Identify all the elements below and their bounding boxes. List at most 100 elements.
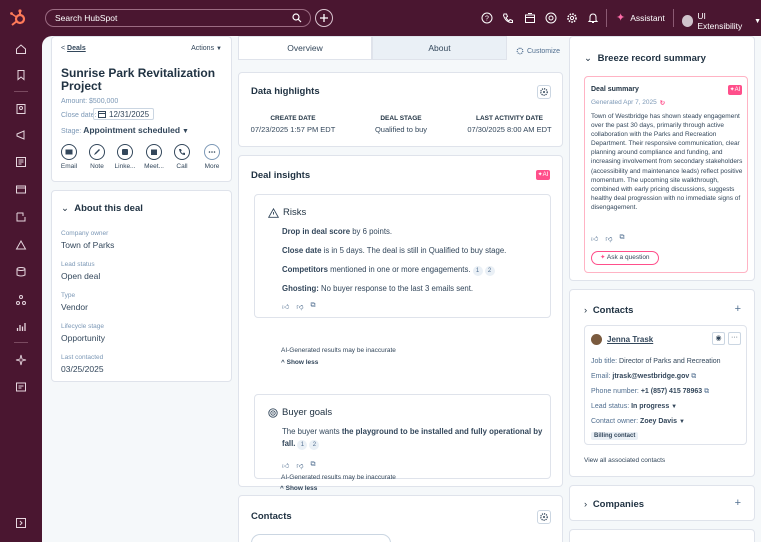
lifecycle-stage-value[interactable]: Opportunity xyxy=(61,333,105,343)
notifications-bell-icon[interactable] xyxy=(587,12,599,24)
phone-value[interactable]: +1 (857) 415 78963 xyxy=(641,388,702,395)
citation-pill[interactable]: 1 xyxy=(472,266,483,276)
customize-button[interactable]: Customize xyxy=(516,47,560,55)
search-input[interactable]: Search HubSpot xyxy=(45,9,311,27)
linkedin-action-button[interactable]: Linke... xyxy=(111,144,139,170)
library-icon[interactable] xyxy=(15,294,27,306)
call-action-button[interactable]: Call xyxy=(168,144,196,170)
back-to-deals-link[interactable]: < Deals xyxy=(61,45,86,52)
marketing-megaphone-icon[interactable] xyxy=(15,129,27,141)
marketplace-icon[interactable] xyxy=(524,12,536,24)
hubspot-logo-icon[interactable] xyxy=(8,8,28,28)
workflows-icon[interactable] xyxy=(15,211,27,223)
settings-gear-icon[interactable] xyxy=(566,12,578,24)
thumbs-up-icon[interactable]: 👍︎ xyxy=(282,302,289,311)
sparkle-icon: ✦ xyxy=(600,254,606,261)
companies-toggle[interactable]: › Companies xyxy=(584,499,644,510)
copy-icon[interactable]: ⧉ xyxy=(619,234,624,243)
contact-card: Jenna Trask ◉ ··· Job title: Director of… xyxy=(584,325,747,445)
stage-dropdown[interactable]: Appointment scheduled xyxy=(83,125,180,135)
analytics-bars-icon[interactable] xyxy=(15,321,27,333)
contacts-right-card: › Contacts + Jenna Trask ◉ ··· Job title… xyxy=(569,289,755,477)
thumbs-up-icon[interactable]: 👍︎ xyxy=(282,461,289,470)
home-icon[interactable] xyxy=(15,43,27,55)
assistant-button[interactable]: ✦ Assistant xyxy=(616,11,665,24)
lead-status-value[interactable]: Open deal xyxy=(61,271,100,281)
add-company-plus-icon[interactable]: + xyxy=(735,497,741,509)
commerce-icon[interactable] xyxy=(15,183,27,195)
tab-about[interactable]: About xyxy=(372,36,507,60)
companies-card: › Companies + xyxy=(569,485,755,521)
generated-date: Generated Apr 7, 2025 xyxy=(591,99,657,106)
preview-eye-icon[interactable]: ◉ xyxy=(712,332,725,345)
ai-badge: ✦AI xyxy=(536,170,550,180)
email-value[interactable]: jtrask@westbridge.gov xyxy=(612,373,689,380)
refresh-icon[interactable]: ↻ xyxy=(660,99,665,107)
contacts-settings-gear-icon[interactable] xyxy=(537,510,551,524)
meeting-action-button[interactable]: Meet... xyxy=(140,144,168,170)
phone-label: Phone number: xyxy=(591,388,639,395)
contacts-toggle[interactable]: › Contacts xyxy=(584,305,633,316)
deal-insights-card: Deal insights ✦AI Risks Drop in deal sco… xyxy=(238,155,563,487)
contacts-search-input[interactable] xyxy=(251,534,391,542)
contact-name-link[interactable]: Jenna Trask xyxy=(607,335,653,344)
goals-title: Buyer goals xyxy=(282,407,333,418)
thumbs-down-icon[interactable]: 👎︎ xyxy=(296,461,303,470)
copy-icon[interactable]: ⧉ xyxy=(310,302,315,311)
citation-pill[interactable]: 2 xyxy=(309,440,320,450)
companies-title: Companies xyxy=(592,499,645,510)
contact-owner-label: Contact owner: xyxy=(591,418,639,425)
content-icon[interactable] xyxy=(15,156,27,168)
thumbs-down-icon[interactable]: 👎︎ xyxy=(296,302,303,311)
copy-icon[interactable]: ⧉ xyxy=(704,388,709,395)
help-circle-icon[interactable]: ? xyxy=(481,12,493,24)
citation-pill[interactable]: 1 xyxy=(297,440,308,450)
help-icon[interactable] xyxy=(545,12,557,24)
create-plus-icon[interactable] xyxy=(315,9,333,27)
sparkle-nav-icon[interactable] xyxy=(15,354,27,366)
contact-owner-dropdown[interactable]: Zoey Davis xyxy=(640,418,677,425)
more-action-button[interactable]: More xyxy=(198,144,226,170)
note-action-button[interactable]: Note xyxy=(83,144,111,170)
thumbs-down-icon[interactable]: 👎︎ xyxy=(605,234,612,243)
show-less-link[interactable]: ^ Show less xyxy=(280,485,317,492)
copy-icon[interactable]: ⧉ xyxy=(310,461,315,470)
account-avatar xyxy=(682,15,694,27)
ask-question-button[interactable]: ✦ Ask a question xyxy=(591,251,659,265)
apps-icon[interactable] xyxy=(15,381,27,393)
risk-line-bold: Competitors xyxy=(282,265,328,274)
calendar-icon xyxy=(146,144,162,160)
citation-pill[interactable]: 2 xyxy=(484,266,495,276)
more-options-icon[interactable]: ··· xyxy=(728,332,741,345)
lead-status-dropdown[interactable]: In progress xyxy=(631,403,669,410)
phone-icon[interactable] xyxy=(502,12,514,24)
actions-label: Actions xyxy=(191,45,215,52)
risks-heading: Risks xyxy=(268,207,306,218)
contacts-icon[interactable] xyxy=(15,103,27,115)
about-section-toggle[interactable]: ⌄ About this deal xyxy=(61,203,143,214)
account-menu[interactable]: UI Extensibility ▼ xyxy=(682,11,761,31)
email-action-button[interactable]: Email xyxy=(55,144,83,170)
contact-owner-row: Contact owner: Zoey Davis ▼ xyxy=(591,418,685,425)
deal-stage-value: Qualified to buy xyxy=(374,125,428,134)
next-section-card xyxy=(569,529,755,542)
add-contact-plus-icon[interactable]: + xyxy=(735,303,741,315)
copy-icon[interactable]: ⧉ xyxy=(691,373,696,380)
last-contacted-value[interactable]: 03/25/2025 xyxy=(61,364,104,374)
bookmark-icon[interactable] xyxy=(15,69,27,81)
actions-dropdown[interactable]: Actions ▼ xyxy=(191,45,222,52)
thumbs-up-icon[interactable]: 👍︎ xyxy=(591,234,598,243)
show-less-link[interactable]: ^ Show less xyxy=(281,359,318,366)
reporting-icon[interactable] xyxy=(15,239,27,251)
view-all-contacts-link[interactable]: View all associated contacts xyxy=(584,457,665,464)
tab-overview[interactable]: Overview xyxy=(238,36,372,60)
type-value[interactable]: Vendor xyxy=(61,302,88,312)
highlights-settings-gear-icon[interactable] xyxy=(537,85,551,99)
company-owner-value[interactable]: Town of Parks xyxy=(61,240,114,250)
contacts-mid-card: Contacts xyxy=(238,495,563,542)
caret-down-icon: ▼ xyxy=(678,419,685,425)
breeze-toggle[interactable]: ⌄ Breeze record summary xyxy=(584,53,706,64)
collapse-sidebar-icon[interactable] xyxy=(15,517,27,529)
close-date-input[interactable]: 12/31/2025 xyxy=(93,108,155,120)
data-management-icon[interactable] xyxy=(15,266,27,278)
